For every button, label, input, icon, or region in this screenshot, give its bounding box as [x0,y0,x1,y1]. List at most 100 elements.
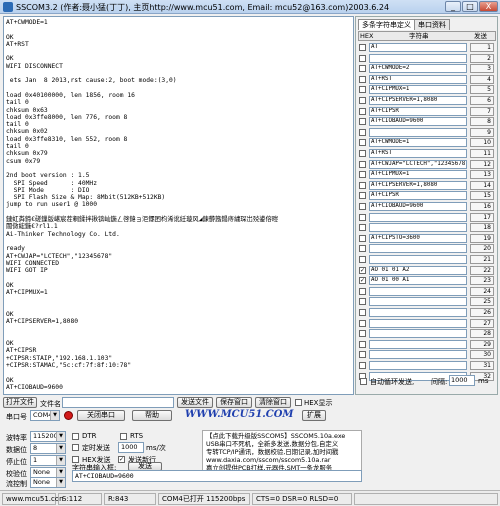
row-hex-checkbox[interactable] [359,224,366,232]
row-string-input[interactable] [369,350,467,360]
row-send-button[interactable]: 25 [470,297,494,307]
row-send-button[interactable]: 29 [470,339,494,349]
row-string-input[interactable]: AT [369,43,467,52]
row-string-input[interactable] [369,361,467,370]
databits-select[interactable]: 8 ▼ [30,443,66,454]
row-string-input[interactable]: AT+CIPSR [369,191,467,201]
row-hex-checkbox[interactable] [359,192,366,200]
send-input[interactable]: AT+CIOBAUD=9600 [72,470,362,482]
row-send-button[interactable]: 5 [470,85,494,95]
row-string-input[interactable]: AT+CIPSTO=3600 [369,233,467,243]
row-send-button[interactable]: 13 [470,170,494,180]
row-hex-checkbox[interactable] [359,245,366,253]
receive-area[interactable]: AT+CWMODE=1 OK AT+RST OK WIFI DISCONNECT e… [3,16,354,395]
row-hex-checkbox[interactable] [359,351,366,359]
row-hex-checkbox[interactable] [359,362,366,369]
row-hex-checkbox[interactable] [359,340,366,348]
row-hex-checkbox[interactable] [359,330,366,338]
row-hex-checkbox[interactable] [359,139,366,147]
ad-banner[interactable]: 【点此下载升级版SSCOM5】SSCOM5.10a.exe USB串口不死机，全新… [202,430,362,472]
close-port-button[interactable]: 关闭串口 [77,410,125,421]
expand-button[interactable]: 扩展 [302,410,326,421]
row-string-input[interactable] [369,329,467,339]
row-string-input[interactable]: AT+CWMODE=2 [369,64,467,74]
row-hex-checkbox[interactable] [359,86,366,94]
row-string-input[interactable]: AO 01 00 A1 [369,276,467,286]
row-hex-checkbox[interactable] [359,150,366,157]
row-send-button[interactable]: 22 [470,265,494,275]
row-hex-checkbox[interactable] [359,234,366,242]
tab-multi-string[interactable]: 多条字符串定义 [358,19,415,30]
row-string-input[interactable]: AO 01 01 A2 [369,265,467,275]
rts-checkbox[interactable] [120,433,127,440]
row-hex-checkbox[interactable]: ✓ [359,277,366,285]
row-string-input[interactable]: AT+CIOBAUD=9600 [369,202,467,211]
row-send-button[interactable]: 14 [470,180,494,190]
port-select[interactable]: COM4 ▼ [30,410,60,421]
row-send-button[interactable]: 7 [470,106,494,116]
row-send-button[interactable]: 23 [470,276,494,286]
row-hex-checkbox[interactable] [359,75,366,83]
row-string-input[interactable]: AT+CIPSERVER=1,8080 [369,96,467,105]
row-string-input[interactable]: AT+CIPSR [369,106,467,116]
file-name-input[interactable] [62,397,174,408]
row-send-button[interactable]: 4 [470,74,494,84]
row-hex-checkbox[interactable] [359,213,366,221]
row-string-input[interactable] [369,255,467,264]
baud-select[interactable]: 115200 ▼ [30,431,66,442]
row-send-button[interactable]: 19 [470,233,494,243]
row-send-button[interactable]: 16 [470,202,494,211]
row-hex-checkbox[interactable] [359,256,366,263]
auto-loop-checkbox[interactable] [360,378,367,385]
row-string-input[interactable] [369,127,467,137]
timed-interval-input[interactable]: 1000 [118,442,144,453]
row-string-input[interactable]: AT+CIPMUX=1 [369,170,467,180]
row-send-button[interactable]: 12 [470,159,494,169]
row-string-input[interactable] [369,53,467,63]
row-send-button[interactable]: 17 [470,212,494,222]
row-send-button[interactable]: 26 [470,308,494,317]
row-hex-checkbox[interactable] [359,107,366,115]
row-hex-checkbox[interactable] [359,319,366,327]
row-hex-checkbox[interactable] [359,171,366,179]
interval-input[interactable]: 1000 [449,375,475,386]
row-string-input[interactable] [369,339,467,349]
row-hex-checkbox[interactable] [359,44,366,51]
row-hex-checkbox[interactable] [359,65,366,73]
row-string-input[interactable]: AT+CWJAP="LCTECH","12345678" [369,159,467,169]
row-send-button[interactable]: 3 [470,64,494,74]
row-hex-checkbox[interactable]: ✓ [359,266,366,274]
row-string-input[interactable] [369,244,467,254]
row-string-input[interactable]: AT+RST [369,149,467,158]
row-string-input[interactable] [369,286,467,296]
row-hex-checkbox[interactable] [359,298,366,306]
row-string-input[interactable] [369,223,467,233]
row-send-button[interactable]: 9 [470,127,494,137]
row-send-button[interactable]: 20 [470,244,494,254]
row-send-button[interactable]: 18 [470,223,494,233]
row-send-button[interactable]: 1 [470,43,494,52]
hex-display-checkbox[interactable] [295,399,302,406]
row-send-button[interactable]: 27 [470,318,494,328]
send-newline-checkbox[interactable]: ✓ [118,456,125,463]
row-string-input[interactable]: AT+RST [369,74,467,84]
timed-send-checkbox[interactable] [72,444,79,451]
row-send-button[interactable]: 30 [470,350,494,360]
row-string-input[interactable]: AT+CIOBAUD=9600 [369,117,467,127]
row-string-input[interactable] [369,318,467,328]
row-hex-checkbox[interactable] [359,309,366,316]
hex-send-checkbox[interactable] [72,456,79,463]
row-hex-checkbox[interactable] [359,181,366,189]
row-hex-checkbox[interactable] [359,118,366,126]
stopbits-select[interactable]: 1 ▼ [30,455,66,466]
row-send-button[interactable]: 8 [470,117,494,127]
row-string-input[interactable] [369,297,467,307]
row-send-button[interactable]: 24 [470,286,494,296]
row-send-button[interactable]: 15 [470,191,494,201]
row-send-button[interactable]: 2 [470,53,494,63]
row-hex-checkbox[interactable] [359,287,366,295]
send-file-button[interactable]: 发送文件 [177,397,213,408]
row-string-input[interactable] [369,212,467,222]
row-hex-checkbox[interactable] [359,97,366,104]
dtr-checkbox[interactable] [72,433,79,440]
